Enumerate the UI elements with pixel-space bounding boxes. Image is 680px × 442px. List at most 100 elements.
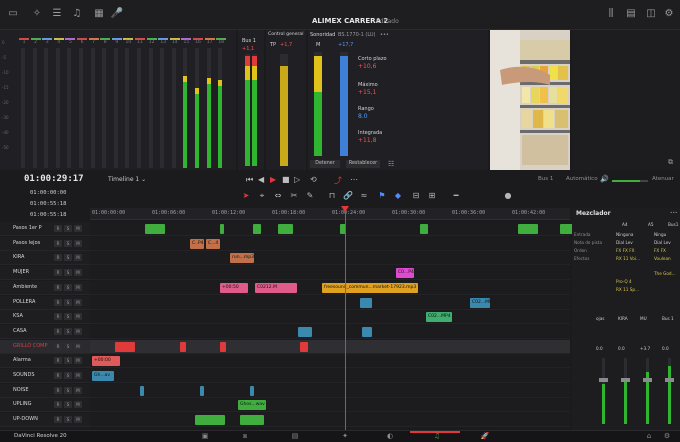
stop-icon[interactable]: ■ [282,175,290,184]
track-r-button[interactable]: R [54,239,62,247]
timeline-ruler[interactable]: 01:00:00:00 01:00:06:00 01:00:12:00 01:00:1… [90,208,605,220]
color-page-icon[interactable]: ◐ [385,432,395,441]
audio-clip[interactable]: C..P4 [190,238,204,249]
audio-clip[interactable]: freesound_commun...market-17923.mp3 [322,282,418,293]
zoom-out-icon[interactable]: ⊟ [410,190,422,202]
effect-the-god[interactable]: The God... [654,271,676,276]
audio-clip[interactable] [518,224,538,234]
track-r-button[interactable]: R [54,372,62,379]
razor-tool-icon[interactable]: ✂ [288,190,300,202]
audio-clip[interactable]: +00:00 [92,356,120,367]
track-m-button[interactable]: M [74,416,82,424]
loudness-standard[interactable]: BS.1770-1 (LU) [338,32,376,38]
track-r-button[interactable]: R [54,342,62,350]
audio-clip[interactable] [360,297,372,308]
track-name[interactable]: KIRA [13,254,51,260]
track-header-9[interactable]: Alarma R S M [0,354,90,369]
settings-icon[interactable]: ⚙ [662,432,672,441]
track-m-button[interactable]: M [74,313,82,321]
audio-clip[interactable]: +00:50 [220,282,248,293]
track-s-button[interactable]: S [64,416,72,424]
track-lane-1[interactable]: C..P4 C...4 [90,236,570,251]
inspector-icon[interactable]: ⚙ [662,7,676,21]
audio-clip[interactable] [180,341,186,352]
track-s-button[interactable]: S [64,401,72,409]
track-lane-9[interactable]: +00:00 [90,354,570,369]
track-m-button[interactable]: M [74,386,82,394]
track-r-button[interactable]: R [54,386,62,394]
restablecer-button[interactable]: Restablecer [346,160,380,168]
track-s-button[interactable]: S [64,225,72,232]
automation-label[interactable]: Automático [566,176,598,182]
loop-icon[interactable]: ⟲ [310,175,317,184]
mixer-icon[interactable]: ⫼ [604,7,618,21]
mixer-fader[interactable] [621,358,630,424]
play-icon[interactable]: ▶ [270,175,276,184]
mixer-fader[interactable] [643,358,652,424]
track-lane-8[interactable] [90,339,570,354]
track-lane-10[interactable]: Gh...av [90,369,570,383]
timeline-selector[interactable]: Timeline 1 ⌄ [108,176,146,183]
audio-clip[interactable] [420,224,428,234]
track-lane-3[interactable]: C0...P4 [90,266,570,281]
mixer-fader[interactable] [665,358,674,424]
track-m-button[interactable]: M [74,283,82,291]
audio-clip[interactable]: Gh...av [92,371,114,381]
track-r-button[interactable]: R [54,269,62,277]
track-m-button[interactable]: M [74,401,82,409]
selection-tool-icon[interactable]: ➤ [240,190,252,202]
track-m-button[interactable]: M [74,357,82,365]
track-header-7[interactable]: CASA R S M [0,324,90,339]
audio-clip[interactable] [300,341,308,352]
track-lane-13[interactable] [90,413,570,428]
track-lane-6[interactable]: C02...MP4 [90,310,570,325]
marker-icon[interactable]: ⋯ [350,175,358,184]
effect-pro-q[interactable]: Pro-Q 4 [616,279,632,284]
snap-icon[interactable]: ⊓ [326,190,338,202]
audio-clip[interactable] [115,341,135,352]
effects-icon[interactable]: ✧ [30,7,44,21]
audio-clip[interactable] [220,341,226,352]
mixer-row-value[interactable]: FX FX FX [616,248,635,253]
track-s-button[interactable]: S [64,239,72,247]
track-m-button[interactable]: M [74,372,82,379]
track-r-button[interactable]: R [54,283,62,291]
track-name[interactable]: POLLERA [13,299,51,305]
flag-icon[interactable]: ⚑ [376,190,388,202]
home-icon[interactable]: ⌂ [644,432,654,441]
waveform-icon[interactable]: ≈ [358,190,370,202]
track-name[interactable]: Pasos lejos [13,240,51,246]
fader-knob[interactable] [621,378,630,382]
track-r-button[interactable]: R [54,401,62,409]
marker-tool-icon[interactable]: ◆ [392,190,404,202]
viewer-options-icon[interactable]: ⧉ [668,158,673,167]
zoom-handle-icon[interactable]: ● [502,190,514,202]
track-m-button[interactable]: M [74,327,82,335]
monitor-icon[interactable]: ▭ [6,7,20,21]
audio-clip[interactable] [220,224,224,234]
track-header-12[interactable]: UPLING R S M [0,398,90,413]
audio-clip[interactable]: C0212.M [255,282,297,293]
track-lane-5[interactable]: C02...MP4 [90,295,570,310]
mixer-row-value[interactable]: Ningu [654,232,666,237]
mixer-options-icon[interactable]: ••• [670,210,677,215]
track-name[interactable]: KSA [13,313,51,319]
track-r-button[interactable]: R [54,416,62,424]
track-s-button[interactable]: S [64,327,72,335]
audio-clip[interactable] [145,224,165,234]
track-m-button[interactable]: M [74,239,82,247]
audio-clip[interactable]: Ghos...wav [238,400,266,411]
track-name[interactable]: UPLING [13,401,51,407]
track-r-button[interactable]: R [54,225,62,232]
effect-rx-spectral[interactable]: RX 11 Sp... [616,287,639,292]
fairlight-page-icon[interactable]: ♫ [432,432,442,441]
audio-clip[interactable] [298,326,312,337]
mixer-row-value[interactable]: Ninguna [616,232,633,237]
zoom-slider-icon[interactable]: ━ [450,190,462,202]
audio-clip[interactable] [195,415,225,426]
zoom-in-icon[interactable]: ⊞ [426,190,438,202]
mixer-row-value[interactable]: Voulean [654,256,671,261]
track-header-8[interactable]: GRILLO COMP R S M [0,339,90,354]
track-s-button[interactable]: S [64,283,72,291]
track-header-10[interactable]: SOUNDS R S M [0,369,90,383]
